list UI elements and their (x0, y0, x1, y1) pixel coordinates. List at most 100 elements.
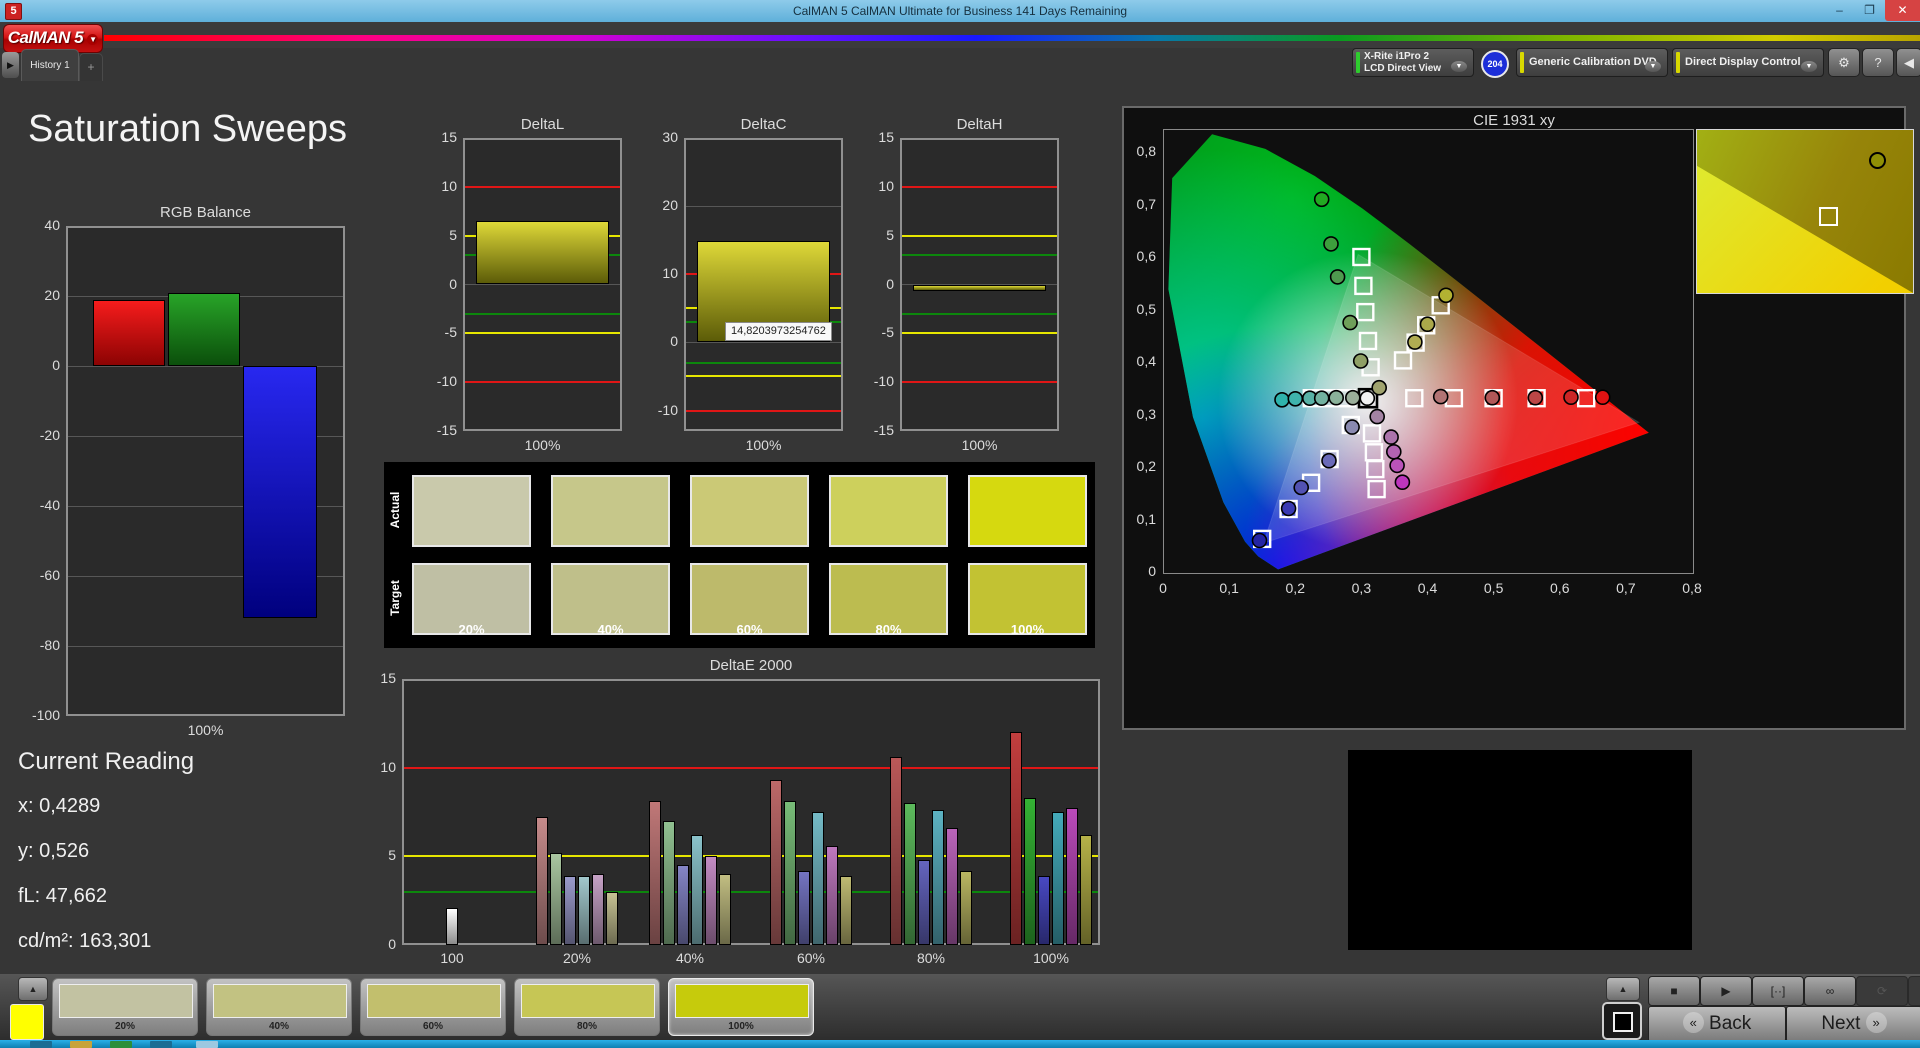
x-axis-label: 100% (745, 437, 782, 453)
rainbow-strip (104, 35, 1920, 41)
limit-line (902, 332, 1057, 335)
logo-text: CalMAN 5 (7, 28, 84, 47)
tick-label: 0 (52, 357, 60, 373)
play-button[interactable]: ▶ (1700, 976, 1752, 1006)
taskbar-icon[interactable] (70, 1041, 92, 1048)
x-axis-label: 20% (562, 950, 592, 966)
limit-line (686, 375, 841, 378)
settings-gear-icon[interactable]: ⚙ (1828, 48, 1860, 77)
next-button[interactable]: Next » (1786, 1006, 1920, 1042)
maximize-button[interactable]: ❐ (1855, 0, 1884, 21)
x-axis-label: 100% (1033, 950, 1069, 966)
pattern-card-20%[interactable]: 20% (52, 978, 198, 1036)
cie-x-tick: 0,2 (1285, 580, 1305, 596)
tick-label: -10 (436, 373, 457, 390)
pattern-preview-window (1348, 750, 1692, 950)
tick-label: 15 (878, 129, 894, 145)
help-icon[interactable]: ? (1862, 48, 1894, 77)
pattern-card-80%[interactable]: 80% (514, 978, 660, 1036)
measure-point (1484, 389, 1501, 406)
taskbar-icon[interactable] (30, 1041, 52, 1048)
bar (243, 366, 318, 618)
cie-y-tick: 0,6 (1136, 248, 1156, 264)
cie-x-tick: 0 (1159, 580, 1167, 596)
chart-title: RGB Balance (160, 204, 251, 221)
windows-taskbar[interactable] (0, 1040, 1920, 1048)
measure-point (1438, 287, 1454, 304)
limit-line (902, 234, 1057, 237)
pattern-card-60%[interactable]: 60% (360, 978, 506, 1036)
tick-label: 5 (886, 226, 894, 243)
measure-point (1251, 532, 1268, 549)
page-title: Saturation Sweeps (28, 108, 347, 150)
bar (606, 891, 618, 945)
measure-point (1274, 391, 1290, 408)
taskbar-icon-active[interactable] (196, 1041, 218, 1048)
display-control-dropdown[interactable]: Direct Display Control ▼ (1672, 48, 1824, 77)
measure-point (1342, 314, 1358, 331)
expand-up-button-right[interactable]: ▲ (1606, 977, 1640, 1001)
measure-point (1594, 389, 1611, 406)
minimize-button[interactable]: – (1825, 0, 1854, 21)
cie-y-tick: 0,3 (1136, 405, 1156, 422)
tick-label: 10 (441, 177, 457, 194)
chevron-down-icon: ▼ (1801, 61, 1817, 72)
pattern-card-color (521, 984, 655, 1018)
tick-label: -100 (31, 707, 60, 723)
measure-point (1280, 500, 1297, 517)
taskbar-icon[interactable] (150, 1041, 172, 1048)
pattern-card-100%[interactable]: 100% (668, 978, 814, 1036)
limit-line (465, 312, 620, 315)
measure-point (1323, 236, 1339, 252)
limit-line (902, 185, 1057, 188)
tick-label: -15 (873, 422, 894, 438)
measure-point (1407, 334, 1423, 350)
cie-x-tick: 0,8 (1682, 580, 1702, 596)
loop-range-button[interactable]: [··] (1752, 976, 1804, 1006)
close-button[interactable]: ✕ (1885, 0, 1920, 21)
expand-up-button-left[interactable]: ▲ (18, 977, 48, 1001)
stop-button[interactable]: ■ (1648, 976, 1700, 1006)
pattern-window-toggle[interactable] (1602, 1002, 1642, 1040)
measure-point (1321, 452, 1337, 469)
limit-line (404, 855, 1098, 858)
swatch-actual (690, 475, 809, 547)
pattern-card-40%[interactable]: 40% (206, 978, 352, 1036)
bar (890, 757, 902, 945)
measure-point (1329, 269, 1346, 285)
back-button[interactable]: « Back (1648, 1006, 1786, 1042)
source-status-bar (1520, 52, 1524, 73)
x-axis-label: 80% (916, 950, 946, 966)
bar (1010, 732, 1022, 945)
source-dropdown[interactable]: Generic Calibration DVD ▼ (1516, 48, 1668, 77)
current-test-color-swatch[interactable] (10, 1004, 44, 1040)
limit-line (465, 332, 620, 335)
tab-scroll-button[interactable]: ▶ (2, 52, 19, 78)
taskbar-icon[interactable] (110, 1041, 132, 1048)
source-label: Generic Calibration DVD (1529, 56, 1657, 68)
bar (578, 875, 590, 945)
bar (691, 835, 703, 945)
chevron-down-icon: ▼ (1645, 61, 1661, 72)
collapse-panel-icon[interactable]: ◀ (1896, 48, 1920, 77)
back-label: Back (1709, 1013, 1752, 1034)
cie-y-tick: 0,5 (1136, 300, 1156, 317)
measure-point (1432, 388, 1449, 405)
measure-point (1563, 389, 1579, 406)
reading-count-badge[interactable]: 204 (1481, 50, 1509, 78)
bar (663, 820, 675, 945)
chevron-down-icon: ▼ (1451, 61, 1467, 72)
bar (946, 827, 958, 945)
tick-label: 0 (388, 936, 396, 952)
measure-point (1313, 191, 1330, 208)
inset-target-square (1818, 206, 1838, 226)
bar (904, 803, 916, 945)
continuous-button[interactable]: ∞ (1804, 976, 1856, 1006)
measure-point (1371, 379, 1387, 396)
meter-dropdown[interactable]: X-Rite i1Pro 2 LCD Direct View ▼ (1352, 48, 1474, 77)
bar (475, 221, 610, 285)
bar (912, 284, 1047, 292)
tab-history-1[interactable]: History 1 (21, 49, 79, 81)
tab-add-button[interactable]: + (79, 53, 103, 81)
logo-dropdown-icon: ▼ (87, 34, 99, 45)
